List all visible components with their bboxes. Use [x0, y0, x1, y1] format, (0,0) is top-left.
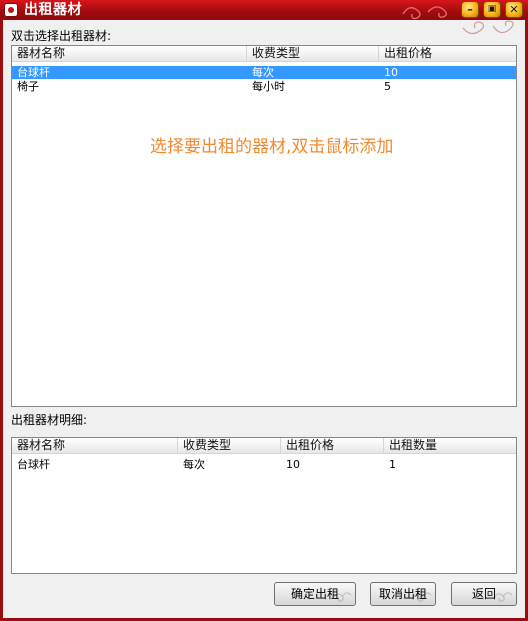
column-header-fee-type[interactable]: 收费类型 [178, 438, 281, 453]
window-client: 双击选择出租器材: 器材名称 收费类型 出租价格 台球杆 每次 10 椅子 每小… [0, 20, 528, 621]
cell-name: 台球杆 [17, 66, 50, 79]
window-title: 出租器材 [24, 2, 82, 18]
column-header-price[interactable]: 出租价格 [379, 46, 516, 61]
maximize-button[interactable]: ▣ [483, 1, 501, 18]
cell-name: 台球杆 [17, 458, 50, 471]
cell-quantity: 1 [389, 458, 396, 471]
cell-price: 10 [286, 458, 300, 471]
close-button[interactable]: ✕ [505, 1, 523, 18]
back-button[interactable]: 返回 [451, 582, 517, 606]
usage-hint: 选择要出租的器材,双击鼠标添加 [150, 137, 394, 157]
confirm-rental-label: 确定出租 [290, 587, 339, 601]
column-header-quantity[interactable]: 出租数量 [384, 438, 516, 453]
column-header-fee-type[interactable]: 收费类型 [247, 46, 379, 61]
details-list-label: 出租器材明细: [11, 413, 88, 427]
list-header: 器材名称 收费类型 出租价格 出租数量 [12, 438, 516, 454]
cell-fee-type: 每次 [183, 458, 205, 471]
list-item[interactable]: 台球杆 每次 10 [12, 66, 516, 79]
app-icon [4, 3, 18, 17]
list-header: 器材名称 收费类型 出租价格 [12, 46, 516, 62]
confirm-rental-button[interactable]: 确定出租 [274, 582, 356, 606]
column-header-price[interactable]: 出租价格 [281, 438, 384, 453]
swirl-decoration-icon [462, 20, 514, 35]
column-header-name[interactable]: 器材名称 [12, 438, 178, 453]
cell-price: 5 [384, 80, 391, 93]
table-row[interactable]: 台球杆 每次 10 1 [12, 458, 516, 471]
title-bar[interactable]: 出租器材 – ▣ ✕ [0, 0, 528, 20]
cell-name: 椅子 [17, 80, 39, 93]
cell-fee-type: 每小时 [252, 80, 285, 93]
back-label: 返回 [471, 587, 496, 601]
cell-fee-type: 每次 [252, 66, 274, 79]
maximize-icon: ▣ [487, 4, 497, 14]
cell-price: 10 [384, 66, 398, 79]
cancel-rental-label: 取消出租 [378, 587, 427, 601]
swirl-decoration-icon [402, 6, 447, 20]
list-item[interactable]: 椅子 每小时 5 [12, 80, 516, 93]
available-list-label: 双击选择出租器材: [11, 29, 112, 43]
column-header-name[interactable]: 器材名称 [12, 46, 247, 61]
cancel-rental-button[interactable]: 取消出租 [370, 582, 436, 606]
minimize-button[interactable]: – [461, 1, 479, 18]
minimize-icon: – [467, 3, 473, 16]
rental-details-list[interactable]: 器材名称 收费类型 出租价格 出租数量 台球杆 每次 10 1 [11, 437, 517, 574]
close-icon: ✕ [509, 3, 519, 16]
available-equipment-list[interactable]: 器材名称 收费类型 出租价格 台球杆 每次 10 椅子 每小时 5 选择要出租的… [11, 45, 517, 407]
